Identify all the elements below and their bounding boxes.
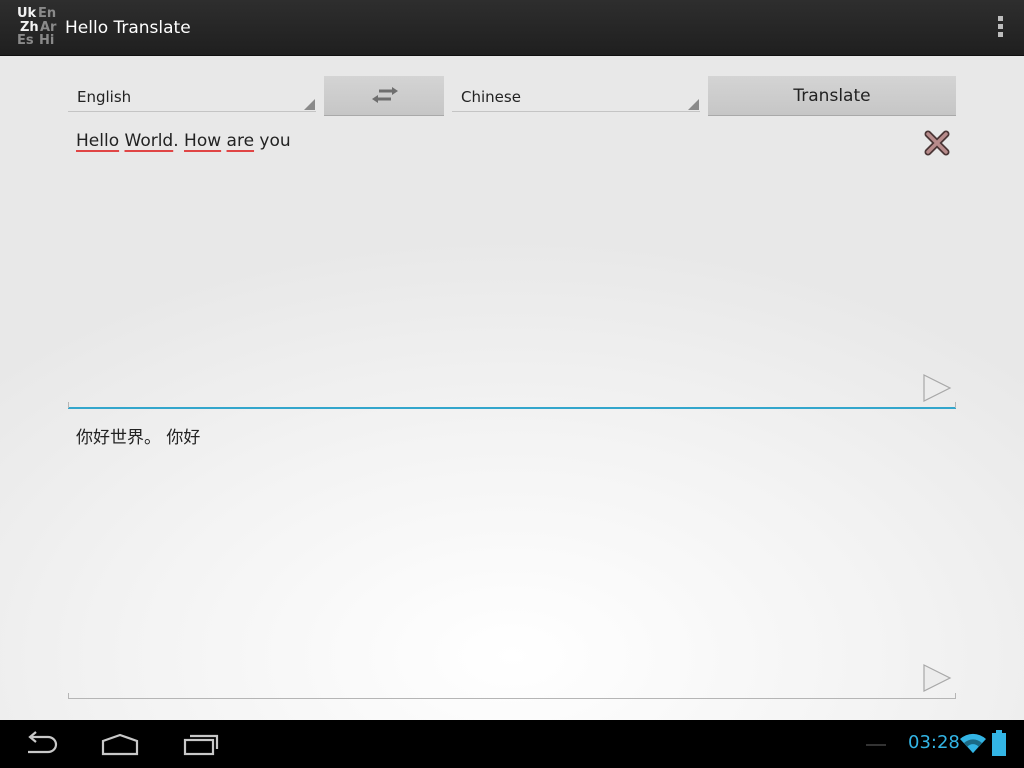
logo-letters-en: En	[38, 6, 57, 21]
play-speak-icon[interactable]	[922, 374, 952, 402]
field-corner-right	[955, 693, 956, 699]
recent-apps-icon[interactable]	[182, 730, 222, 758]
dropdown-triangle-icon	[304, 99, 315, 110]
swap-arrows-icon	[372, 87, 398, 103]
overflow-dot	[997, 16, 1003, 21]
overflow-menu-icon[interactable]	[994, 14, 1006, 42]
translate-button-label: Translate	[793, 86, 871, 106]
app-title: Hello Translate	[65, 18, 191, 38]
dropdown-triangle-icon	[688, 99, 699, 110]
logo-letters-hi: Hi	[39, 33, 55, 48]
wifi-icon	[960, 733, 986, 753]
misspelled-word: How	[184, 131, 222, 151]
misspelled-word: World	[124, 131, 174, 151]
action-bar: Uk En Zh Ar Es Hi Hello Translate	[0, 0, 1024, 56]
field-corner-right	[955, 402, 956, 408]
status-clock[interactable]: 03:28	[908, 732, 960, 753]
logo-letters-uk: Uk	[17, 6, 37, 21]
system-navigation-bar: 03:28	[0, 720, 1024, 768]
target-language-label: Chinese	[461, 88, 521, 106]
field-corner-left	[68, 402, 69, 408]
overflow-dot	[997, 32, 1003, 37]
translation-text: 你好世界。 你好	[76, 428, 201, 448]
main-content: English Chinese Translate Hello World. H…	[0, 56, 1024, 720]
logo-letters-es: Es	[17, 33, 34, 48]
swap-languages-button[interactable]	[324, 76, 444, 116]
overflow-dot	[997, 24, 1003, 29]
source-language-label: English	[77, 88, 132, 106]
home-icon[interactable]	[100, 730, 140, 758]
back-icon[interactable]	[22, 730, 60, 758]
notification-indicator	[866, 744, 886, 746]
play-speak-icon[interactable]	[922, 664, 952, 692]
misspelled-word: Hello	[76, 131, 120, 151]
source-text[interactable]: Hello World. How are you	[76, 131, 291, 151]
translate-button[interactable]: Translate	[708, 76, 956, 116]
source-text-input[interactable]: Hello World. How are you	[68, 126, 956, 409]
translation-result-field[interactable]: 你好世界。 你好	[68, 418, 956, 699]
text-fragment: you	[254, 131, 291, 151]
clear-x-icon[interactable]	[923, 129, 951, 157]
field-corner-left	[68, 693, 69, 699]
text-fragment: .	[173, 131, 185, 151]
battery-icon	[992, 730, 1006, 756]
misspelled-word: are	[226, 131, 255, 151]
target-language-spinner[interactable]: Chinese	[452, 76, 700, 112]
app-logo-icon[interactable]: Uk En Zh Ar Es Hi	[15, 6, 59, 50]
source-language-spinner[interactable]: English	[68, 76, 316, 112]
